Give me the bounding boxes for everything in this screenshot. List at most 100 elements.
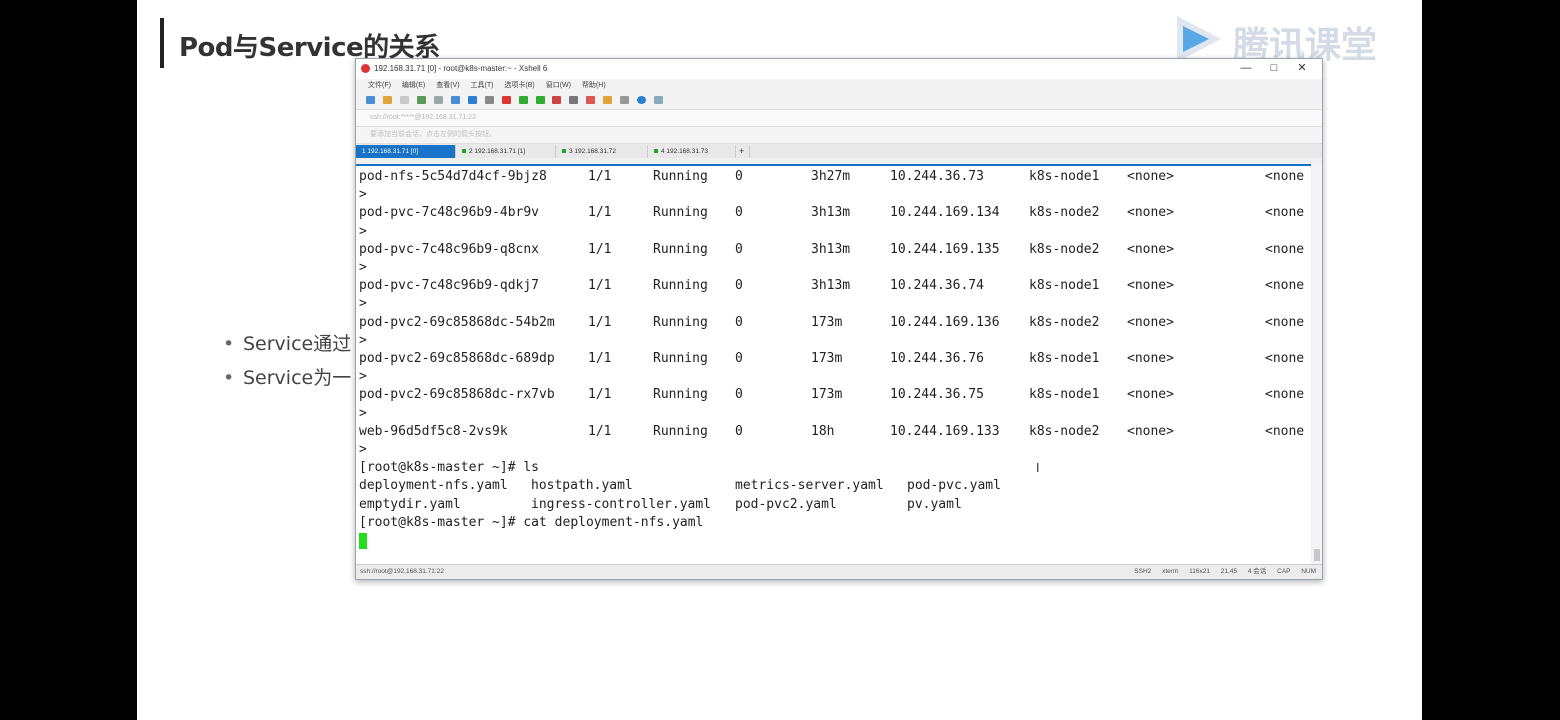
tab-session-4[interactable]: 4 192.168.31.73	[648, 145, 736, 158]
reconnect-icon[interactable]	[399, 96, 409, 105]
pod-cell: 10.244.169.135	[890, 241, 1000, 257]
pod-cell: 173m	[811, 314, 843, 330]
pod-cell: Running	[653, 351, 708, 366]
pod-cell: Running	[653, 423, 708, 439]
pod-cell: 10.244.169.134	[890, 205, 1000, 221]
options-icon[interactable]	[654, 96, 664, 105]
pod-cell: pod-pvc-7c48c96b9-4br9v	[359, 205, 540, 221]
fullscreen-icon[interactable]	[535, 96, 545, 105]
pod-cell: 1/1	[588, 423, 612, 439]
continuation-line: >	[359, 442, 367, 457]
window-titlebar[interactable]: 192.168.31.71 [0] - root@k8s-master:~ - …	[356, 59, 1322, 79]
terminal-output[interactable]: pod-nfs-5c54d7d4cf-9bjz8 1/1 Running 0 3h27m…	[356, 164, 1311, 566]
prompt-line: [root@k8s-master ~]# ls	[359, 460, 540, 476]
bullet-text: Service通过	[243, 333, 352, 355]
file-name: hostpath.yaml	[531, 478, 633, 494]
menu-edit[interactable]: 编辑(E)	[402, 82, 425, 89]
pod-cell: pod-pvc2-69c85868dc-rx7vb	[359, 387, 555, 403]
pod-cell: 1/1	[588, 241, 612, 257]
menu-help[interactable]: 帮助(H)	[582, 82, 606, 89]
pod-cell: <none	[1265, 351, 1305, 366]
menu-bar: 文件(F) 编辑(E) 查看(V) 工具(T) 选项卡(B) 窗口(W) 帮助(…	[356, 79, 1322, 93]
pod-cell: 0	[735, 314, 743, 330]
compose-icon[interactable]	[620, 96, 630, 105]
address-bar[interactable]: ssh://root:*****@192.168.31.71:22	[356, 110, 1322, 127]
pod-cell: <none	[1265, 169, 1305, 184]
tab-session-3[interactable]: 3 192.168.31.72	[556, 145, 648, 158]
pod-cell: 10.244.169.136	[890, 314, 1000, 330]
tab-session-2[interactable]: 2 192.168.31.71 [1]	[456, 145, 556, 158]
toolbar	[356, 93, 1322, 110]
pod-cell: web-96d5df5c8-2vs9k	[359, 423, 508, 439]
new-session-icon[interactable]	[366, 96, 375, 105]
continuation-line: >	[359, 296, 367, 312]
menu-window[interactable]: 窗口(W)	[546, 82, 571, 89]
close-button[interactable]: ✕	[1288, 61, 1316, 74]
pod-cell: pod-pvc2-69c85868dc-689dp	[359, 351, 555, 366]
pod-cell: 1/1	[588, 387, 612, 403]
pod-cell: 1/1	[588, 205, 612, 221]
properties-icon[interactable]	[416, 96, 426, 105]
pod-cell: <none>	[1127, 387, 1174, 403]
menu-file[interactable]: 文件(F)	[368, 82, 391, 89]
window-title: 192.168.31.71 [0] - root@k8s-master:~ - …	[374, 64, 548, 73]
status-caps: CAP	[1277, 568, 1291, 575]
pod-cell: 0	[735, 387, 743, 403]
minimize-button[interactable]: —	[1232, 62, 1260, 74]
connected-icon	[654, 149, 658, 154]
xftp-icon[interactable]	[501, 96, 511, 105]
pod-cell: 0	[735, 241, 743, 257]
layout-icon[interactable]	[603, 96, 613, 105]
status-connection: ssh://root@192.168.31.71:22	[360, 568, 444, 575]
menu-view[interactable]: 查看(V)	[436, 82, 459, 89]
keyboard-icon[interactable]	[569, 96, 579, 105]
pod-cell: 1/1	[588, 278, 612, 294]
pod-cell: k8s-node2	[1029, 423, 1100, 439]
terminal-scrollbar[interactable]	[1312, 164, 1322, 564]
status-position: 21,45	[1220, 568, 1238, 575]
find-icon[interactable]	[433, 96, 443, 105]
font-icon[interactable]	[484, 96, 494, 105]
bullet-list: • Service通过 • Service为一	[223, 330, 351, 398]
scrollbar-thumb[interactable]	[1314, 549, 1320, 561]
pod-cell: <none>	[1127, 351, 1174, 366]
pod-cell: 0	[735, 423, 743, 439]
open-folder-icon[interactable]	[382, 96, 392, 105]
pod-cell: pod-pvc-7c48c96b9-qdkj7	[359, 278, 540, 294]
file-name: emptydir.yaml	[359, 496, 461, 512]
pod-cell: 10.244.169.133	[890, 423, 1000, 439]
xshell-window[interactable]: 192.168.31.71 [0] - root@k8s-master:~ - …	[355, 58, 1323, 580]
maximize-button[interactable]: □	[1260, 62, 1288, 74]
tab-label: 1 192.168.31.71 [0]	[362, 148, 419, 155]
new-tab-button[interactable]: +	[736, 145, 750, 158]
script-icon[interactable]	[586, 96, 596, 105]
pod-cell: k8s-node1	[1029, 351, 1100, 366]
status-protocol: SSH2	[1134, 568, 1152, 575]
file-name: metrics-server.yaml	[735, 478, 884, 494]
continuation-line: >	[359, 369, 367, 385]
copy-icon[interactable]	[450, 96, 460, 105]
text-cursor-icon: I	[1036, 461, 1040, 475]
title-accent-bar	[160, 18, 164, 68]
help-icon[interactable]	[637, 96, 647, 105]
tab-session-1[interactable]: 1 192.168.31.71 [0]	[356, 145, 456, 158]
menu-tools[interactable]: 工具(T)	[471, 82, 494, 89]
pod-cell: Running	[653, 205, 708, 221]
globe-icon[interactable]	[467, 96, 477, 105]
new-tab-label: +	[739, 146, 745, 156]
continuation-line: >	[359, 405, 367, 421]
pod-cell: 10.244.36.74	[890, 278, 984, 294]
pod-cell: <none>	[1127, 241, 1174, 257]
menu-tab[interactable]: 选项卡(B)	[504, 82, 534, 89]
pod-cell: pod-nfs-5c54d7d4cf-9bjz8	[359, 169, 547, 184]
file-name: pv.yaml	[907, 496, 962, 512]
pod-cell: Running	[653, 278, 708, 294]
transfer-icon[interactable]	[518, 96, 528, 105]
pod-cell: Running	[653, 314, 708, 330]
pod-cell: 18h	[811, 423, 835, 439]
pod-cell: <none	[1265, 314, 1305, 330]
tab-label: 4 192.168.31.73	[661, 148, 708, 155]
continuation-line: >	[359, 223, 367, 239]
lock-icon[interactable]	[552, 96, 562, 105]
status-items: SSH2 xterm 116x21 21,45 4 会话 CAP NUM	[1125, 565, 1316, 579]
